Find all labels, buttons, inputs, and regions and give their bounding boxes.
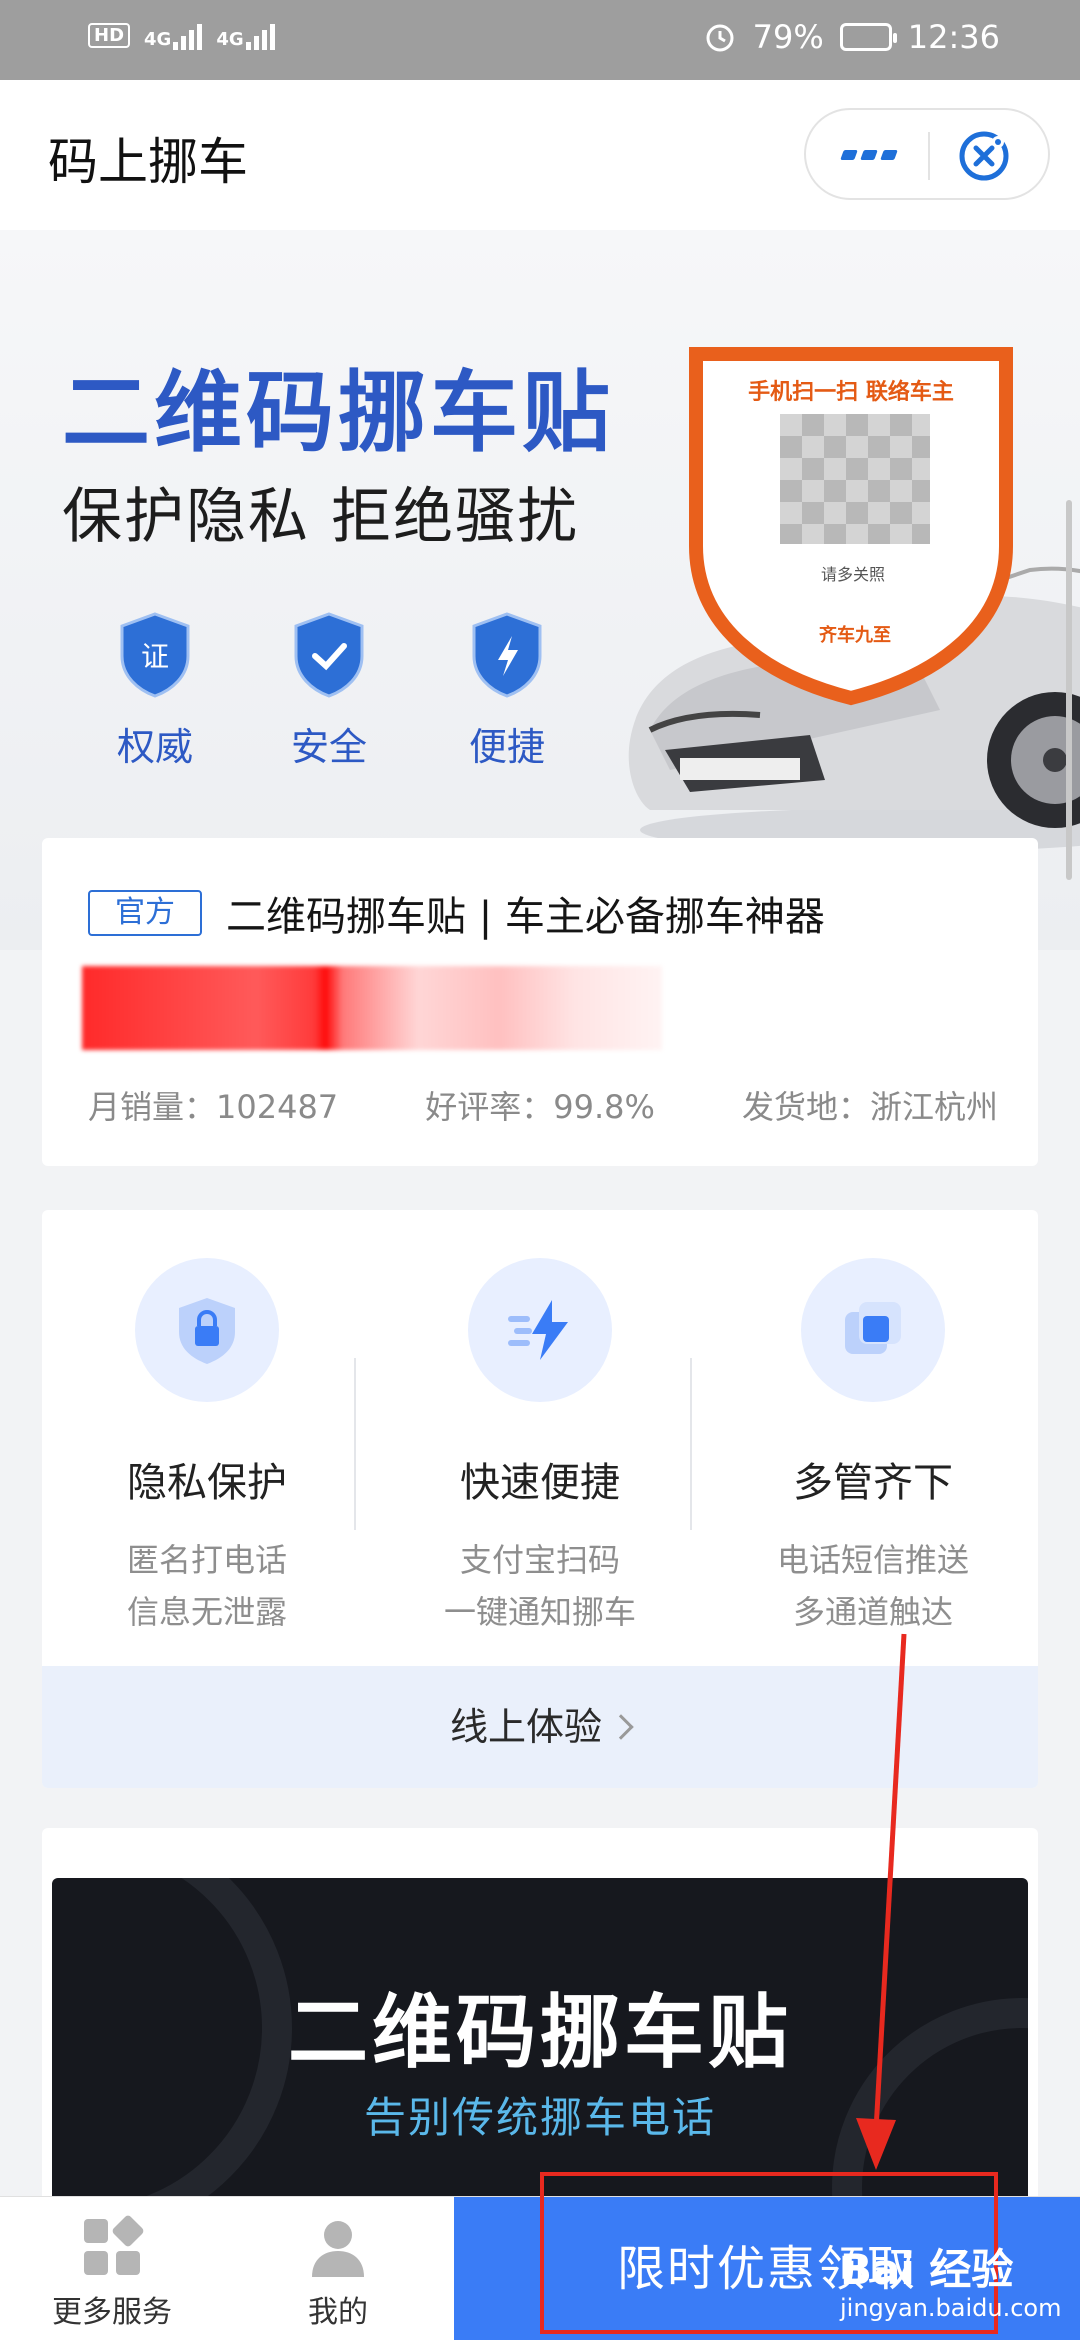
layers-icon (845, 1302, 901, 1354)
watermark-url: jingyan.baidu.com (840, 2294, 1062, 2322)
feature-icon-bg (135, 1258, 279, 1402)
chevron-right-icon (608, 1714, 634, 1740)
product-card[interactable]: 官方 二维码挪车贴 | 车主必备挪车神器 月销量：102487 好评率：99.8… (42, 838, 1038, 1166)
feature-icon-bg (468, 1258, 612, 1402)
battery-icon (839, 23, 897, 51)
badge-label: 权威 (116, 725, 193, 769)
feature-fast: 快速便捷 支付宝扫码 一键通知挪车 (375, 1258, 705, 1638)
product-meta: 月销量：102487 好评率：99.8% 发货地：浙江杭州 (88, 1082, 998, 1128)
tab-label: 更多服务 (52, 2295, 172, 2330)
sticker-note: 请多关照 (820, 565, 885, 584)
grid-icon (84, 2215, 144, 2275)
hero-title: 二维码挪车贴 (62, 361, 615, 464)
lightning-icon (508, 1300, 568, 1360)
certificate-shield-icon: 证 (120, 612, 190, 698)
rating: 好评率：99.8% (425, 1088, 655, 1126)
product-name: 二维码挪车贴 | 车主必备挪车神器 (226, 894, 825, 940)
price-redacted (82, 966, 662, 1050)
feature-desc-line: 多通道触达 (792, 1593, 953, 1631)
tab-mine[interactable]: 我的 (248, 2215, 428, 2331)
sticker-brand: 齐车九至 (819, 625, 891, 646)
title-bar: 码上挪车 (0, 80, 1080, 230)
capsule-divider (928, 132, 930, 180)
tab-more-services[interactable]: 更多服务 (22, 2215, 202, 2331)
badge-convenient: 便捷 (452, 610, 562, 771)
official-tag: 官方 (88, 890, 202, 936)
feature-desc: 支付宝扫码 一键通知挪车 (375, 1534, 705, 1638)
badge-safe: 安全 (274, 610, 384, 771)
network-type-2: 4G (216, 29, 244, 50)
badge-cert-text: 证 (141, 640, 169, 673)
feature-divider (690, 1358, 692, 1530)
watermark: Bai 经验 jingyan.baidu.com (840, 2236, 1080, 2336)
feature-desc: 匿名打电话 信息无泄露 (42, 1534, 372, 1638)
badge-label: 安全 (290, 725, 367, 769)
sticker-headline: 手机扫一扫 联络车主 (748, 380, 954, 405)
features-card: 隐私保护 匿名打电话 信息无泄露 快速便捷 支付宝扫码 一键通知挪车 多管齐下 … (42, 1210, 1038, 1788)
feature-multi: 多管齐下 电话短信推送 多通道触达 (708, 1258, 1038, 1638)
lightning-shield-icon (472, 612, 542, 698)
status-bar: HD 4G 4G 79% 12:36 (0, 0, 1080, 80)
feature-title: 快速便捷 (460, 1460, 620, 1506)
watermark-logo: Bai 经验 (840, 2245, 1014, 2294)
feature-privacy: 隐私保护 匿名打电话 信息无泄露 (42, 1258, 372, 1638)
hero-subtitle: 保护隐私 拒绝骚扰 (62, 482, 580, 552)
user-icon (312, 2221, 364, 2277)
try-online-button[interactable]: 线上体验 (42, 1666, 1038, 1788)
feature-desc-line: 电话短信推送 (776, 1541, 969, 1579)
lock-shield-icon (179, 1298, 235, 1364)
monthly-sales: 月销量：102487 (88, 1088, 339, 1126)
status-left: HD 4G 4G (88, 20, 275, 50)
signal-bars-icon (173, 20, 203, 50)
check-shield-icon (294, 612, 364, 698)
qr-sticker: 手机扫一扫 联络车主 请多关照 齐车九至 (688, 346, 1014, 706)
ship-from: 发货地：浙江杭州 (741, 1088, 998, 1126)
page-title: 码上挪车 (48, 133, 248, 191)
network-type-1: 4G (144, 29, 172, 50)
badge-authority: 证 权威 (100, 610, 210, 771)
feature-divider (354, 1358, 356, 1530)
feature-desc-line: 信息无泄露 (126, 1593, 287, 1631)
feature-title: 隐私保护 (127, 1460, 287, 1506)
signal-2: 4G (216, 20, 275, 50)
promo-subtitle: 告别传统挪车电话 (363, 2093, 716, 2142)
mini-app-capsule (804, 108, 1050, 200)
feature-desc-line: 支付宝扫码 (459, 1541, 620, 1579)
signal-bars-icon (245, 20, 275, 50)
feature-title: 多管齐下 (793, 1460, 953, 1506)
feature-desc-line: 一键通知挪车 (443, 1593, 636, 1631)
alarm-icon (706, 24, 734, 52)
battery-percent: 79% (752, 18, 824, 56)
close-mini-app-icon[interactable] (956, 128, 1012, 184)
hd-indicator: HD (88, 22, 131, 48)
feature-desc-line: 匿名打电话 (126, 1541, 287, 1579)
status-right: 79% 12:36 (703, 18, 1000, 56)
feature-desc: 电话短信推送 多通道触达 (708, 1534, 1038, 1638)
clock: 12:36 (907, 18, 1000, 56)
badge-label: 便捷 (468, 725, 545, 769)
qr-code-image (780, 414, 930, 544)
promo-title: 二维码挪车贴 (288, 1986, 792, 2079)
signal-1: 4G (144, 20, 203, 50)
scrollbar[interactable] (1066, 500, 1072, 880)
try-online-label: 线上体验 (449, 1705, 602, 1749)
tab-label: 我的 (308, 2295, 368, 2330)
feature-icon-bg (801, 1258, 945, 1402)
more-options-icon[interactable] (840, 140, 902, 170)
